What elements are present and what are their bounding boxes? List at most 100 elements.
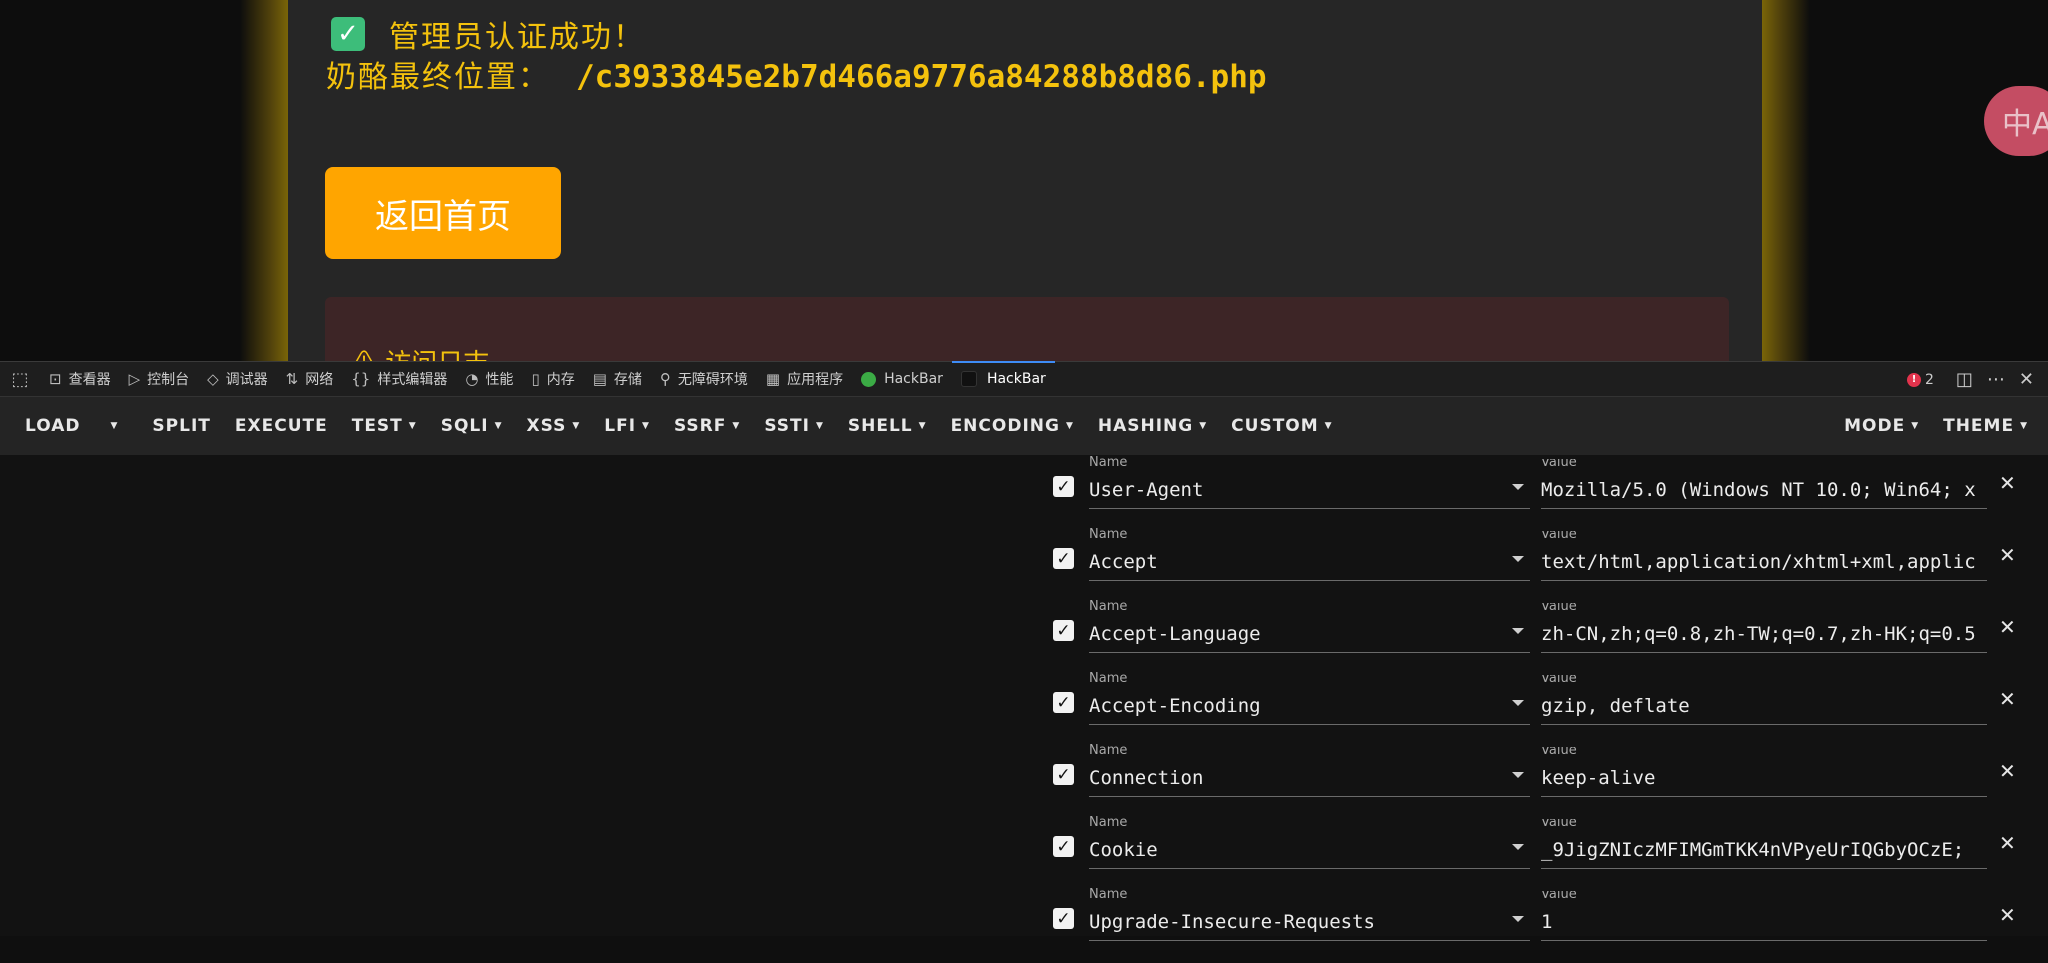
checkbox[interactable]: ✓ xyxy=(1053,620,1074,641)
tab-application[interactable]: ▦ 应用程序 xyxy=(757,362,852,397)
execute-button[interactable]: EXECUTE xyxy=(223,416,340,436)
tab-label: 调试器 xyxy=(225,372,268,388)
remove-header-icon[interactable]: ✕ xyxy=(1999,759,2016,783)
button-label: TEST xyxy=(351,416,403,436)
check-icon: ✓ xyxy=(331,17,365,51)
header-value-field[interactable]: Value gzip, deflate xyxy=(1541,675,1987,725)
header-value: 1 xyxy=(1541,911,1553,933)
home-button[interactable]: 返回首页 xyxy=(325,167,561,259)
test-button[interactable]: TEST ▼ xyxy=(340,416,429,436)
tab-performance[interactable]: ◔ 性能 xyxy=(456,362,522,397)
shell-button[interactable]: SHELL ▼ xyxy=(836,416,939,436)
button-label: HASHING xyxy=(1097,416,1194,436)
checkbox[interactable]: ✓ xyxy=(1053,692,1074,713)
tab-accessibility[interactable]: ⚲ 无障碍环境 xyxy=(651,362,757,397)
header-name-field[interactable]: Name Accept xyxy=(1089,527,1530,581)
lfi-button[interactable]: LFI ▼ xyxy=(592,416,662,436)
button-label: XSS xyxy=(526,416,567,436)
chevron-down-icon[interactable] xyxy=(1512,700,1524,706)
header-name-field[interactable]: Name Accept-Encoding xyxy=(1089,671,1530,725)
theme-button[interactable]: THEME ▼ xyxy=(1931,416,2040,436)
element-picker-icon[interactable]: ⬚ xyxy=(0,369,40,390)
tab-inspector[interactable]: ⊡ 查看器 xyxy=(40,362,120,397)
tab-hackbar-green[interactable]: HackBar xyxy=(852,362,952,397)
tab-label: 内存 xyxy=(546,372,575,388)
chevron-down-icon: ▼ xyxy=(732,421,741,431)
header-name-field[interactable]: Name Connection xyxy=(1089,743,1530,797)
tab-style-editor[interactable]: {} 样式编辑器 xyxy=(342,362,456,397)
glow-right xyxy=(1762,0,1810,361)
mode-button[interactable]: MODE ▼ xyxy=(1832,416,1931,436)
glow-left xyxy=(240,0,288,361)
checkbox[interactable]: ✓ xyxy=(1053,764,1074,785)
header-name-field[interactable]: Name Upgrade-Insecure-Requests xyxy=(1089,887,1530,941)
remove-header-icon[interactable]: ✕ xyxy=(1999,903,2016,927)
header-value-field[interactable]: Value zh-CN,zh;q=0.8,zh-TW;q=0.7,zh-HK;q=… xyxy=(1541,603,1987,653)
encoding-button[interactable]: ENCODING ▼ xyxy=(939,416,1086,436)
header-name-field[interactable]: Name Accept-Language xyxy=(1089,599,1530,653)
split-button[interactable]: SPLIT xyxy=(140,416,222,436)
remove-header-icon[interactable]: ✕ xyxy=(1999,831,2016,855)
header-name-field[interactable]: Name User-Agent xyxy=(1089,455,1530,509)
checkbox[interactable]: ✓ xyxy=(1053,476,1074,497)
checkbox[interactable]: ✓ xyxy=(1053,908,1074,929)
tab-network[interactable]: ⇅ 网络 xyxy=(277,362,343,397)
tab-memory[interactable]: ▯ 内存 xyxy=(522,362,583,397)
header-name: Accept-Language xyxy=(1089,623,1261,645)
load-button[interactable]: LOAD ▼ xyxy=(13,416,140,436)
remove-header-icon[interactable]: ✕ xyxy=(1999,687,2016,711)
button-label: LOAD xyxy=(25,416,81,436)
tab-label: 无障碍环境 xyxy=(677,372,748,388)
success-message: 管理员认证成功！ xyxy=(389,20,645,55)
ssti-button[interactable]: SSTI ▼ xyxy=(752,416,836,436)
dock-icon[interactable]: ◫ xyxy=(1956,369,1973,390)
tab-storage[interactable]: ▤ 存储 xyxy=(584,362,651,397)
chevron-down-icon[interactable] xyxy=(1512,916,1524,922)
error-count[interactable]: 2 xyxy=(1925,372,1934,388)
error-icon[interactable]: ! xyxy=(1906,372,1921,387)
name-label: Name xyxy=(1089,671,1128,686)
header-value-field[interactable]: Value Mozilla/5.0 (Windows NT 10.0; Win64… xyxy=(1541,459,1987,509)
hashing-button[interactable]: HASHING ▼ xyxy=(1086,416,1219,436)
tab-console[interactable]: ▷ 控制台 xyxy=(120,362,199,397)
style-editor-icon: {} xyxy=(351,370,371,388)
header-row: ✓ Name Accept-Language Value zh-CN,zh;q=0.8,… xyxy=(1050,599,2048,675)
remove-header-icon[interactable]: ✕ xyxy=(1999,615,2016,639)
header-value-field[interactable]: Value 1 xyxy=(1541,891,1987,941)
chevron-down-icon[interactable] xyxy=(1512,772,1524,778)
checkbox[interactable]: ✓ xyxy=(1053,548,1074,569)
chevron-down-icon[interactable] xyxy=(1512,484,1524,490)
chevron-down-icon[interactable] xyxy=(1512,556,1524,562)
header-name-field[interactable]: Name Cookie xyxy=(1089,815,1530,869)
header-value-field[interactable]: Value keep-alive xyxy=(1541,747,1987,797)
devtools-tabbar: ⬚ ⊡ 查看器 ▷ 控制台 ◇ 调试器 ⇅ 网络 {} 样式编辑器 ◔ 性能 ▯ 内存 ▤ 存储 ⚲ 无障碍环境 ▦… xyxy=(0,360,2048,397)
remove-header-icon[interactable]: ✕ xyxy=(1999,543,2016,567)
xss-button[interactable]: XSS ▼ xyxy=(514,416,592,436)
chevron-down-icon[interactable]: ▼ xyxy=(111,421,119,431)
chevron-down-icon[interactable] xyxy=(1512,628,1524,634)
network-icon: ⇅ xyxy=(285,370,299,388)
sqli-button[interactable]: SQLI ▼ xyxy=(429,416,515,436)
button-label: SSRF xyxy=(673,416,727,436)
header-value: gzip, deflate xyxy=(1541,695,1690,717)
application-icon: ▦ xyxy=(765,370,781,388)
ssrf-button[interactable]: SSRF ▼ xyxy=(662,416,752,436)
chevron-down-icon[interactable] xyxy=(1512,844,1524,850)
header-value-field[interactable]: Value text/html,application/xhtml+xml,app… xyxy=(1541,531,1987,581)
button-label: SHELL xyxy=(847,416,913,436)
button-label: SPLIT xyxy=(152,416,211,436)
translate-icon[interactable]: 中A xyxy=(1984,86,2048,156)
tab-label: 查看器 xyxy=(68,372,111,388)
custom-button[interactable]: CUSTOM ▼ xyxy=(1219,416,1344,436)
more-icon[interactable]: ⋯ xyxy=(1987,369,2005,390)
header-name: Upgrade-Insecure-Requests xyxy=(1089,911,1375,933)
tab-debugger[interactable]: ◇ 调试器 xyxy=(198,362,277,397)
close-icon[interactable]: ✕ xyxy=(2019,369,2034,390)
button-label: SSTI xyxy=(764,416,810,436)
header-value: text/html,application/xhtml+xml,applic xyxy=(1541,551,1976,573)
remove-header-icon[interactable]: ✕ xyxy=(1999,471,2016,495)
checkbox[interactable]: ✓ xyxy=(1053,836,1074,857)
header-value-field[interactable]: Value _9JigZNIczMFIMGmTKK4nVPyeUrIQGbyOCz… xyxy=(1541,819,1987,869)
chevron-down-icon: ▼ xyxy=(494,421,503,431)
tab-hackbar-dark[interactable]: HackBar xyxy=(951,360,1055,397)
